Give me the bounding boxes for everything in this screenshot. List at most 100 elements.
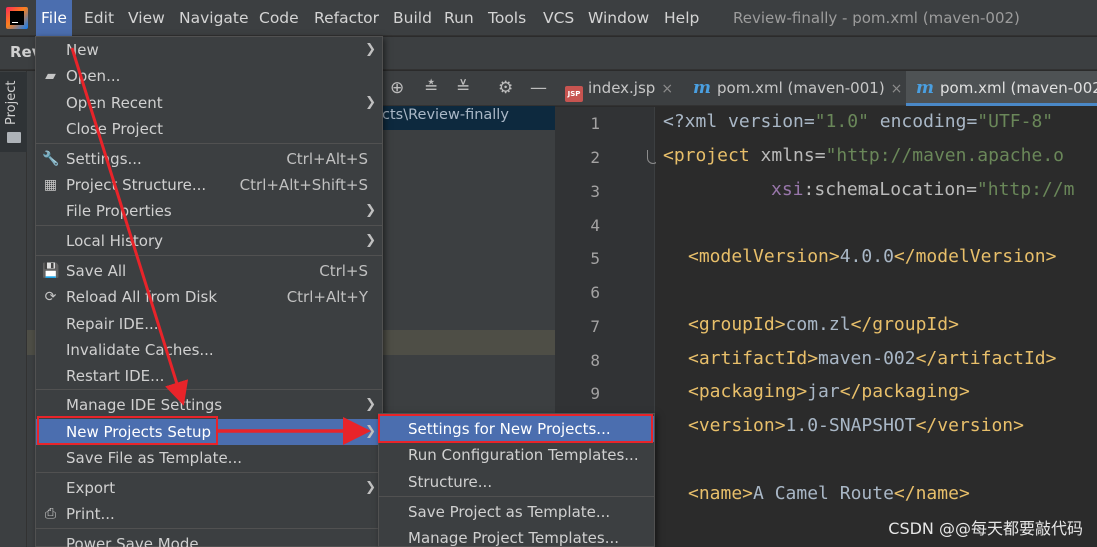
menu-item-invalidate-caches[interactable]: Invalidate Caches... <box>36 337 382 363</box>
jsp-file-icon: JSP <box>565 86 583 102</box>
menu-file[interactable]: File <box>36 0 72 36</box>
code-line-3: xsi:schemaLocation="http://m <box>771 179 1075 200</box>
menu-item-save-file-as-template[interactable]: Save File as Template... <box>36 445 382 471</box>
menu-separator <box>36 225 382 226</box>
menu-separator <box>36 472 382 473</box>
menu-item-project-structure[interactable]: ▦ Project Structure... Ctrl+Alt+Shift+S <box>36 172 382 198</box>
close-icon[interactable]: × <box>661 81 673 97</box>
project-toolbar: ⊕ ≛ ≚ ⚙ — <box>382 71 555 106</box>
annotation-highlight-box <box>37 416 218 445</box>
submenu-arrow-icon: ❯ <box>365 480 376 495</box>
menu-item-restart-ide[interactable]: Restart IDE... <box>36 363 382 389</box>
menu-edit[interactable]: Edit <box>79 0 119 36</box>
tab-label: pom.xml (maven-002 <box>940 79 1097 97</box>
menu-view[interactable]: View <box>123 0 170 36</box>
line-number: 8 <box>590 351 600 370</box>
project-structure-icon: ▦ <box>43 177 58 193</box>
tab-pom-maven-001[interactable]: m pom.xml (maven-001) × <box>693 71 902 106</box>
code-line-7: <groupId>com.zl</groupId> <box>688 314 959 335</box>
annotation-highlight-box <box>378 414 653 443</box>
menu-refactor[interactable]: Refactor <box>309 0 384 36</box>
line-number: 5 <box>590 249 600 268</box>
menu-separator <box>36 528 382 529</box>
menu-item-export[interactable]: Export ❯ <box>36 475 382 501</box>
menu-item-print[interactable]: ⎙ Print... <box>36 501 382 527</box>
code-line-10: <version>1.0-SNAPSHOT</version> <box>688 415 1024 436</box>
menu-help[interactable]: Help <box>659 0 704 36</box>
menu-run[interactable]: Run <box>439 0 479 36</box>
code-line-8: <artifactId>maven-002</artifactId> <box>688 348 1057 369</box>
menu-item-reload-from-disk[interactable]: ⟳ Reload All from Disk Ctrl+Alt+Y <box>36 284 382 310</box>
intellij-logo-icon <box>6 7 28 29</box>
locate-icon[interactable]: ⊕ <box>390 79 404 97</box>
project-root-row[interactable]: cts\Review-finally <box>382 106 555 130</box>
submenu-arrow-icon: ❯ <box>365 424 376 439</box>
menu-item-open-recent[interactable]: Open Recent ❯ <box>36 90 382 116</box>
maven-icon: m <box>916 78 934 98</box>
menu-item-new[interactable]: New ❯ <box>36 37 382 63</box>
menu-item-settings[interactable]: 🔧 Settings... Ctrl+Alt+S <box>36 146 382 172</box>
submenu-item-manage-project-templates[interactable]: Manage Project Templates... <box>379 525 654 547</box>
menu-navigate[interactable]: Navigate <box>174 0 254 36</box>
menu-item-save-all[interactable]: 💾 Save All Ctrl+S <box>36 258 382 284</box>
menu-vcs[interactable]: VCS <box>538 0 579 36</box>
menu-item-close-project[interactable]: Close Project <box>36 116 382 142</box>
menu-separator <box>379 496 654 497</box>
line-number: 7 <box>590 317 600 336</box>
minimize-icon[interactable]: — <box>530 79 547 97</box>
editor-tab-bar: JSP index.jsp × m pom.xml (maven-001) × m pom… <box>555 71 1097 106</box>
collapse-all-icon[interactable]: ≚ <box>456 79 470 97</box>
line-number: 6 <box>590 283 600 302</box>
submenu-arrow-icon: ❯ <box>365 233 376 248</box>
close-icon[interactable]: × <box>891 81 903 97</box>
menu-item-power-save-mode[interactable]: Power Save Mode <box>36 531 382 547</box>
submenu-arrow-icon: ❯ <box>365 42 376 57</box>
wrench-icon: 🔧 <box>42 151 60 167</box>
menu-separator <box>36 255 382 256</box>
line-number: 1 <box>590 114 600 133</box>
menu-item-file-properties[interactable]: File Properties ❯ <box>36 198 382 224</box>
menu-item-local-history[interactable]: Local History ❯ <box>36 228 382 254</box>
menu-code[interactable]: Code <box>254 0 304 36</box>
menu-tools[interactable]: Tools <box>483 0 531 36</box>
line-number: 2 <box>590 148 600 167</box>
save-icon: 💾 <box>42 263 60 279</box>
tab-label: index.jsp <box>588 79 656 97</box>
submenu-item-structure[interactable]: Structure... <box>379 469 654 495</box>
code-line-12: <name>A Camel Route</name> <box>688 483 970 504</box>
gear-icon[interactable]: ⚙ <box>498 79 513 97</box>
menu-bar: File Edit View Navigate Code Refactor Bu… <box>0 0 1097 36</box>
refresh-icon: ⟳ <box>44 289 57 305</box>
menu-item-open[interactable]: ▰ Open... <box>36 63 382 89</box>
tab-pom-maven-002[interactable]: m pom.xml (maven-002 <box>906 71 1097 106</box>
expand-all-icon[interactable]: ≛ <box>424 79 438 97</box>
submenu-arrow-icon: ❯ <box>365 95 376 110</box>
submenu-arrow-icon: ❯ <box>365 397 376 412</box>
menu-window[interactable]: Window <box>583 0 654 36</box>
submenu-item-run-configuration-templates[interactable]: Run Configuration Templates... <box>379 442 654 468</box>
menu-build[interactable]: Build <box>388 0 437 36</box>
line-number: 3 <box>590 182 600 201</box>
code-line-2: <project xmlns="http://maven.apache.o <box>663 145 1064 166</box>
project-tool-label: Project <box>4 80 19 125</box>
code-line-1: <?xml version="1.0" encoding="UTF-8" <box>663 111 1054 132</box>
tab-label: pom.xml (maven-001) <box>717 79 885 97</box>
submenu-item-save-project-as-template[interactable]: Save Project as Template... <box>379 499 654 525</box>
window-title: Review-finally - pom.xml (maven-002) <box>733 9 1020 27</box>
watermark-text: CSDN @@每天都要敲代码 <box>888 519 1083 538</box>
menu-separator <box>36 143 382 144</box>
code-line-9: <packaging>jar</packaging> <box>688 381 970 402</box>
folder-icon <box>7 132 21 143</box>
submenu-arrow-icon: ❯ <box>365 203 376 218</box>
maven-icon: m <box>693 78 711 98</box>
folder-open-icon: ▰ <box>45 68 56 84</box>
file-menu-dropdown: New ❯ ▰ Open... Open Recent ❯ Close Project… <box>35 36 383 547</box>
tab-index-jsp[interactable]: JSP index.jsp × <box>565 71 673 106</box>
menu-separator <box>36 389 382 390</box>
code-line-5: <modelVersion>4.0.0</modelVersion> <box>688 246 1057 267</box>
menu-item-manage-ide-settings[interactable]: Manage IDE Settings ❯ <box>36 392 382 418</box>
line-number: 9 <box>590 384 600 403</box>
menu-item-repair-ide[interactable]: Repair IDE... <box>36 311 382 337</box>
project-root-path: cts\Review-finally <box>382 107 509 123</box>
printer-icon: ⎙ <box>44 506 57 522</box>
